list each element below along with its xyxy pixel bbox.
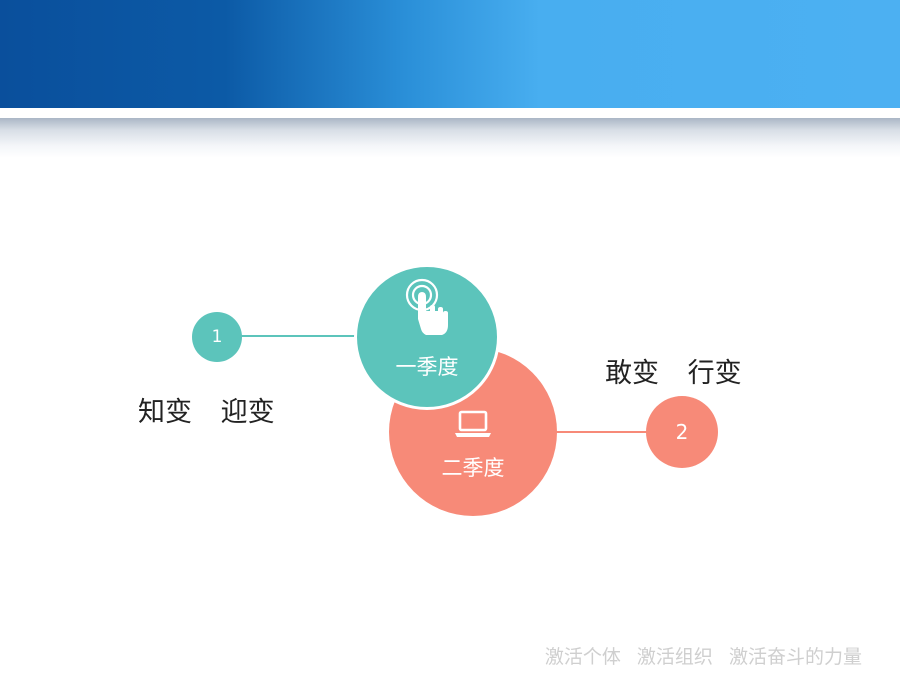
- stage1-circle: 一季度: [354, 264, 500, 410]
- footer-item-3: 激活奋斗的力量: [728, 646, 862, 668]
- stage2-caption-1: 敢变: [605, 358, 659, 389]
- laptop-icon: [455, 410, 491, 437]
- stage2-caption-2: 行变: [687, 358, 742, 389]
- connector-line-1: [228, 335, 364, 337]
- stage2-captions: 敢变 行变: [605, 351, 742, 390]
- stage1-label: 一季度: [395, 355, 459, 379]
- footer-item-1: 激活个体: [544, 646, 621, 668]
- footer-slogan: 激活个体 激活组织 激活奋斗的力量: [545, 642, 862, 669]
- stage1-number-badge: 1: [192, 312, 242, 362]
- stage2-number: 2: [675, 420, 689, 444]
- footer-item-2: 激活组织: [636, 646, 713, 668]
- stage2-number-badge: 2: [646, 396, 718, 468]
- hand-pointer-icon: [405, 278, 448, 335]
- stage2-label: 二季度: [441, 456, 505, 480]
- connector-line-2: [550, 431, 660, 433]
- stage1-caption-2: 迎变: [220, 397, 275, 428]
- stage1-captions: 知变 迎变: [138, 390, 275, 429]
- stage1-number: 1: [211, 327, 223, 347]
- header-banner: [0, 0, 900, 108]
- stage1-caption-1: 知变: [138, 397, 192, 428]
- header-shadow: [0, 118, 900, 158]
